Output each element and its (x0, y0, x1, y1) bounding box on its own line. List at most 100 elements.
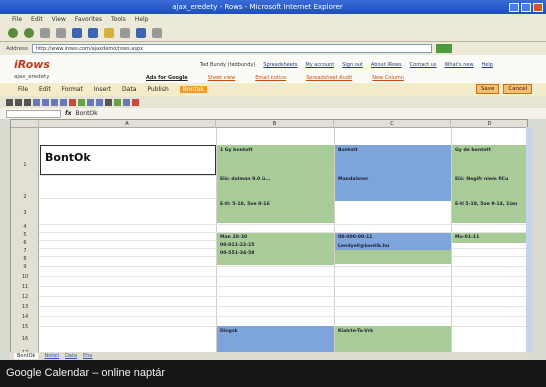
maximize-button[interactable] (521, 2, 531, 12)
delete-icon[interactable] (132, 98, 139, 106)
appmenu-edit[interactable]: Edit (39, 86, 51, 93)
menu-help[interactable]: Help (135, 16, 149, 23)
link-whats-new[interactable]: What's new (444, 62, 473, 68)
link-my-account[interactable]: My account (305, 62, 334, 68)
search-icon[interactable] (88, 28, 98, 38)
stop-icon[interactable] (40, 28, 50, 38)
fx-icon: fx (65, 110, 72, 117)
align-center-icon[interactable] (42, 98, 49, 106)
link-about[interactable]: About iRows (371, 62, 402, 68)
row-header[interactable]: 14 (11, 314, 39, 320)
cell-c-block[interactable] (335, 145, 451, 201)
row-header[interactable]: 4 (11, 224, 39, 230)
print-icon[interactable] (152, 28, 162, 38)
appmenu-insert[interactable]: Insert (94, 86, 111, 93)
menu-edit[interactable]: Edit (31, 16, 43, 23)
vertical-scrollbar[interactable] (526, 127, 532, 352)
column-header[interactable]: C (334, 120, 451, 128)
address-input[interactable]: http://www.irows.com/ajaxdemo/rows.aspx (31, 44, 432, 53)
bold-icon[interactable] (6, 98, 13, 106)
appmenu-format[interactable]: Format (62, 86, 83, 93)
underline-icon[interactable] (24, 98, 31, 106)
row-header[interactable]: 15 (11, 324, 39, 330)
row-header[interactable]: 5 (11, 232, 39, 238)
close-button[interactable] (533, 2, 543, 12)
align-right-icon[interactable] (51, 98, 58, 106)
align-left-icon[interactable] (33, 98, 40, 106)
formula-input[interactable]: BontOk (75, 110, 97, 117)
cell-b-block[interactable] (217, 145, 334, 223)
sheet-tab-active[interactable]: BontOk (14, 353, 39, 359)
back-icon[interactable] (8, 28, 18, 38)
appmenu-file[interactable]: File (18, 86, 28, 93)
row-header[interactable]: 11 (11, 284, 39, 290)
cell-text: 00-551-34-58 (220, 251, 255, 256)
italic-icon[interactable] (15, 98, 22, 106)
sheet-link[interactable]: Noteli (44, 353, 59, 359)
cell-text: E-tl 5-18, 5oe 9-14, 1ian (455, 202, 518, 207)
sheet-name: ajax_eredety (14, 74, 50, 80)
subtab-ads[interactable]: Ads for Google (146, 75, 188, 81)
borders-icon[interactable] (60, 98, 67, 106)
link-contact[interactable]: Contact us (410, 62, 437, 68)
go-button[interactable] (435, 44, 452, 53)
column-header[interactable]: D (451, 120, 527, 128)
link-sign-out[interactable]: Sign out (342, 62, 363, 68)
minimize-button[interactable] (509, 2, 519, 12)
save-button[interactable]: Save (475, 84, 500, 94)
subtab-sheet-view[interactable]: Sheet view (208, 75, 236, 81)
row-header[interactable]: 7 (11, 248, 39, 254)
appmenu-publish[interactable]: Publish (147, 86, 168, 93)
row-header[interactable]: 2 (11, 194, 39, 200)
row-header[interactable]: 3 (11, 210, 39, 216)
row-headers: 1 2 3 4 5 6 7 8 9 10 11 12 13 14 15 16 1… (11, 128, 39, 358)
appmenu-data[interactable]: Data (122, 86, 136, 93)
row-header[interactable]: 9 (11, 264, 39, 270)
sum-icon[interactable] (123, 98, 130, 106)
column-header[interactable]: B (216, 120, 334, 128)
cell-text: Mandalaver (338, 177, 369, 182)
sheet-link[interactable]: Ehe (83, 353, 92, 359)
merge-icon[interactable] (87, 98, 94, 106)
subtab-audit[interactable]: Spreadsheet Audit (306, 75, 352, 81)
sheet-link[interactable]: Data (65, 353, 77, 359)
column-headers: A B C D (11, 120, 527, 128)
row-header[interactable]: 16 (11, 336, 39, 342)
mail-icon[interactable] (136, 28, 146, 38)
appmenu-bontok[interactable]: Bontok (179, 86, 207, 93)
chart-icon[interactable] (114, 98, 121, 106)
cancel-button[interactable]: Cancel (503, 84, 532, 94)
row-header[interactable]: 1 (11, 162, 39, 168)
cell-c-email[interactable] (335, 250, 451, 264)
refresh-icon[interactable] (56, 28, 66, 38)
menu-favorites[interactable]: Favorites (75, 16, 102, 23)
subtab-email[interactable]: Email notice (255, 75, 286, 81)
sort-icon[interactable] (105, 98, 112, 106)
favorites-icon[interactable] (104, 28, 114, 38)
app-header: iRows Ted Bundy (tedbundy) Spreadsheets … (0, 55, 546, 83)
fill-color-icon[interactable] (78, 98, 85, 106)
link-help[interactable]: Help (482, 62, 493, 68)
menu-file[interactable]: File (12, 16, 22, 23)
row-header[interactable]: 13 (11, 304, 39, 310)
row-header[interactable]: 12 (11, 294, 39, 300)
cell-d-block[interactable] (452, 145, 527, 223)
font-color-icon[interactable] (69, 98, 76, 106)
cell-text: Elõ: dolman 9.0 ü... (220, 177, 271, 182)
wrap-icon[interactable] (96, 98, 103, 106)
selected-cell-a1[interactable]: BontOk (40, 145, 216, 175)
sheet-tabs: BontOk Noteli Data Ehe (10, 352, 528, 360)
menu-tools[interactable]: Tools (111, 16, 126, 23)
column-header[interactable]: A (39, 120, 216, 128)
home-icon[interactable] (72, 28, 82, 38)
cell-reference-input[interactable] (6, 109, 61, 118)
subtab-new-column[interactable]: New Column (372, 75, 404, 81)
spreadsheet-grid[interactable]: A B C D 1 2 3 4 5 6 7 8 9 10 11 12 13 14… (10, 119, 528, 359)
menu-view[interactable]: View (52, 16, 66, 23)
link-spreadsheets[interactable]: Spreadsheets (263, 62, 297, 68)
history-icon[interactable] (120, 28, 130, 38)
row-header[interactable]: 8 (11, 256, 39, 262)
forward-icon[interactable] (24, 28, 34, 38)
row-header[interactable]: 6 (11, 240, 39, 246)
row-header[interactable]: 10 (11, 274, 39, 280)
